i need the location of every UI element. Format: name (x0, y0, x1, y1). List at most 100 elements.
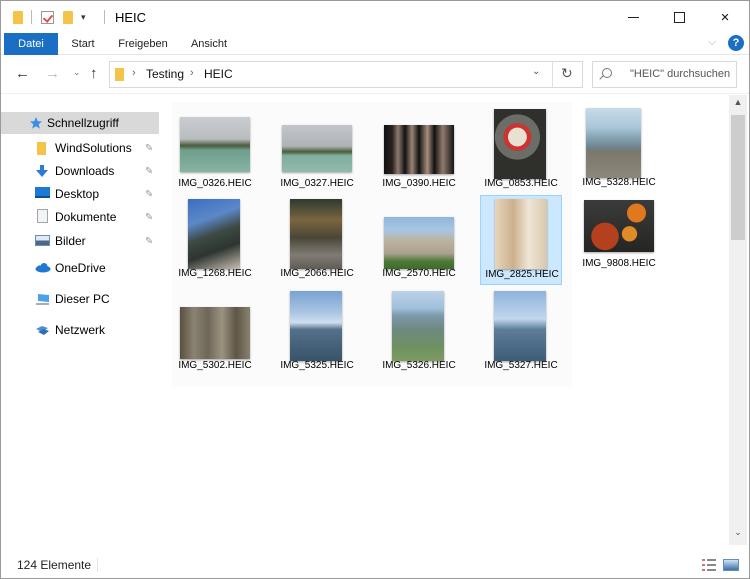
address-bar[interactable]: › Testing › HEIC ⌄ ↻ (109, 61, 583, 88)
pin-icon[interactable]: ✎ (145, 236, 153, 247)
details-view-button[interactable] (702, 559, 716, 571)
file-item[interactable]: IMG_9808.HEIC (578, 198, 660, 288)
properties-icon[interactable] (41, 9, 54, 25)
recent-locations-button[interactable]: ⌄ (73, 67, 81, 78)
folder-icon (37, 141, 46, 155)
file-item[interactable]: IMG_5326.HEIC (378, 290, 460, 380)
file-item[interactable]: IMG_0326.HEIC (174, 108, 256, 198)
file-item[interactable]: IMG_5327.HEIC (480, 290, 562, 380)
refresh-button[interactable]: ↻ (561, 65, 573, 82)
folder-icon (13, 9, 23, 25)
search-input[interactable]: "HEIC" durchsuchen (592, 61, 737, 88)
minimize-button[interactable] (610, 1, 656, 33)
search-icon (602, 68, 612, 78)
sidebar-item-netzwerk[interactable]: Netzwerk (1, 319, 159, 341)
sidebar-item-downloads[interactable]: Downloads ✎ (1, 160, 159, 182)
pin-icon[interactable]: ✎ (145, 166, 153, 177)
sidebar-item-schnellzugriff[interactable]: Schnellzugriff (1, 112, 159, 134)
cloud-icon (35, 263, 51, 273)
expand-ribbon-icon[interactable]: ⌵ (708, 36, 716, 49)
sidebar-item-bilder[interactable]: Bilder ✎ (1, 230, 159, 252)
desktop-icon (35, 187, 50, 198)
sidebar-item-dieser-pc[interactable]: Dieser PC (1, 288, 159, 310)
close-icon: × (720, 8, 730, 26)
file-item[interactable]: IMG_5328.HEIC (578, 108, 660, 198)
minimize-icon (627, 16, 639, 18)
sidebar-item-onedrive[interactable]: OneDrive (1, 257, 159, 279)
tab-datei[interactable]: Datei (4, 33, 58, 55)
maximize-icon (673, 11, 685, 23)
file-item[interactable]: IMG_5325.HEIC (276, 290, 358, 380)
breadcrumb-testing[interactable]: Testing (146, 67, 184, 81)
file-thumbnail (188, 199, 240, 269)
forward-button[interactable]: → (45, 65, 60, 82)
file-item[interactable]: IMG_0853.HEIC (480, 108, 562, 198)
title-bar: ▾ HEIC × (1, 1, 749, 33)
file-name: IMG_2066.HEIC (280, 268, 354, 279)
file-thumbnail (392, 291, 444, 361)
divider (97, 558, 98, 572)
file-item[interactable]: IMG_2825.HEIC (480, 195, 562, 285)
sidebar-item-windsolutions[interactable]: WindSolutions ✎ (1, 137, 159, 159)
vertical-scrollbar[interactable]: ▲ ⌄ (729, 95, 747, 545)
file-name: IMG_1268.HEIC (178, 268, 252, 279)
file-item[interactable]: IMG_2570.HEIC (378, 198, 460, 288)
file-name: IMG_2570.HEIC (382, 268, 456, 279)
breadcrumb-separator: › (132, 67, 136, 79)
large-icons-view-button[interactable] (723, 559, 739, 571)
file-thumbnail (384, 217, 454, 269)
file-thumbnail (180, 307, 250, 359)
file-thumbnail (384, 125, 454, 174)
scroll-up-button[interactable]: ▲ (729, 97, 747, 113)
file-thumbnail (494, 109, 546, 179)
file-list-view[interactable]: IMG_0326.HEIC IMG_0327.HEIC IMG_0390.HEIC I… (162, 95, 728, 545)
sidebar-item-desktop[interactable]: Desktop ✎ (1, 183, 159, 205)
close-button[interactable]: × (702, 1, 748, 33)
scrollbar-thumb[interactable] (731, 115, 745, 240)
back-button[interactable]: ← (15, 65, 30, 82)
file-name: IMG_5302.HEIC (178, 360, 252, 371)
file-name: IMG_5325.HEIC (280, 360, 354, 371)
tab-freigeben[interactable]: Freigeben (111, 33, 175, 55)
file-name: IMG_0327.HEIC (280, 178, 354, 189)
file-name: IMG_0853.HEIC (484, 178, 558, 189)
sidebar-item-dokumente[interactable]: Dokumente ✎ (1, 206, 159, 228)
computer-icon (36, 294, 49, 305)
search-placeholder: "HEIC" durchsuchen (630, 68, 731, 80)
file-name: IMG_0326.HEIC (178, 178, 252, 189)
file-name: IMG_5327.HEIC (484, 360, 558, 371)
file-name: IMG_0390.HEIC (382, 178, 456, 189)
file-thumbnail (584, 200, 654, 252)
file-thumbnail (586, 108, 641, 178)
network-icon (36, 326, 49, 335)
new-folder-icon[interactable] (63, 9, 73, 25)
navigation-pane: Schnellzugriff WindSolutions ✎ Downloads… (1, 95, 161, 545)
file-item[interactable]: IMG_0327.HEIC (276, 108, 358, 198)
folder-icon (115, 68, 124, 81)
tab-start[interactable]: Start (63, 33, 103, 55)
file-thumbnail (290, 291, 342, 361)
address-dropdown-icon[interactable]: ⌄ (532, 66, 540, 77)
file-item[interactable]: IMG_0390.HEIC (378, 108, 460, 198)
status-bar: 124 Elemente (1, 553, 749, 578)
up-button[interactable]: ↑ (90, 65, 98, 82)
window-title: HEIC (115, 10, 147, 25)
pin-icon[interactable]: ✎ (145, 189, 153, 200)
tab-ansicht[interactable]: Ansicht (184, 33, 234, 55)
file-name: IMG_9808.HEIC (582, 258, 656, 269)
scroll-down-button[interactable]: ⌄ (729, 527, 747, 543)
documents-icon (37, 209, 48, 223)
pin-icon[interactable]: ✎ (145, 143, 153, 154)
help-button[interactable]: ? (728, 35, 744, 51)
file-name: IMG_2825.HEIC (485, 269, 559, 280)
file-item[interactable]: IMG_1268.HEIC (174, 198, 256, 288)
pin-icon[interactable]: ✎ (145, 212, 153, 223)
file-item[interactable]: IMG_5302.HEIC (174, 290, 256, 380)
maximize-button[interactable] (656, 1, 702, 33)
file-explorer-window: ▾ HEIC × Datei Start Freigeben Ansicht ⌵… (0, 0, 750, 579)
breadcrumb-separator: › (190, 67, 194, 79)
customize-toolbar-icon[interactable]: ▾ (81, 9, 86, 25)
file-item[interactable]: IMG_2066.HEIC (276, 198, 358, 288)
breadcrumb-heic[interactable]: HEIC (204, 67, 233, 81)
ribbon-tabs: Datei Start Freigeben Ansicht ⌵ (1, 33, 749, 55)
